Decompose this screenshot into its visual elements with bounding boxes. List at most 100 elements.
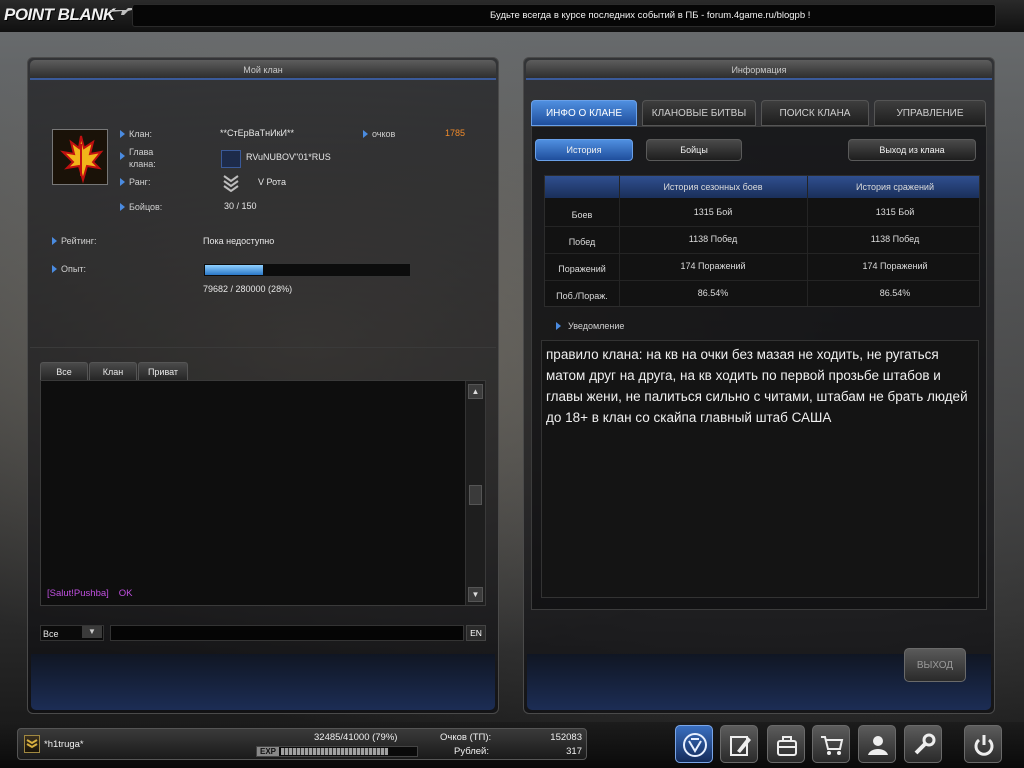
chat-channel-value: Все bbox=[43, 629, 59, 639]
community-button[interactable] bbox=[858, 725, 896, 763]
table-row-label: Боев bbox=[571, 210, 593, 220]
bullet-icon bbox=[120, 178, 125, 186]
my-clan-title: Мой клан bbox=[243, 65, 283, 75]
clan-points: 1785 bbox=[445, 128, 466, 138]
game-logo: POINT BLANK bbox=[4, 5, 115, 24]
shop-button[interactable] bbox=[812, 725, 850, 763]
clan-icon bbox=[683, 733, 707, 757]
scroll-up-icon[interactable]: ▲ bbox=[468, 384, 483, 399]
scroll-thumb[interactable] bbox=[469, 485, 482, 505]
tp-points-value: 152083 bbox=[550, 732, 582, 743]
community-icon bbox=[868, 736, 888, 755]
power-icon bbox=[974, 735, 994, 756]
rating-value: Пока недоступно bbox=[203, 236, 275, 246]
shop-icon bbox=[821, 736, 844, 755]
clan-emblem bbox=[52, 129, 108, 185]
row-divider bbox=[545, 253, 979, 254]
chat-log: ▲ ▼ [Salut!Pushba] OK bbox=[40, 380, 486, 606]
tab-clan-battles[interactable]: КЛАНОВЫЕ БИТВЫ bbox=[642, 100, 756, 126]
bullet-icon bbox=[52, 265, 57, 273]
members-value: 30 / 150 bbox=[224, 201, 257, 211]
inventory-button[interactable] bbox=[767, 725, 805, 763]
chevron-rank-icon bbox=[223, 175, 239, 192]
table-cell: 1138 Побед bbox=[688, 234, 738, 244]
user-info-box: *h1truga* 32485/41000 (79%) EXP Очков (Т… bbox=[17, 728, 587, 760]
bullet-icon bbox=[120, 130, 125, 138]
info-title: Информация bbox=[731, 65, 787, 75]
tab-clan-info[interactable]: ИНФО О КЛАНЕ bbox=[531, 100, 637, 126]
tab-management[interactable]: УПРАВЛЕНИЕ bbox=[874, 100, 986, 126]
leave-clan-button[interactable]: Выход из клана bbox=[848, 139, 976, 161]
chat-tab-private[interactable]: Приват bbox=[138, 362, 188, 380]
news-ticker: Будьте всегда в курсе последних событий … bbox=[132, 4, 996, 27]
bullet-icon bbox=[52, 237, 57, 245]
table-cell: 174 Поражений bbox=[680, 261, 746, 271]
exp-tag: EXP bbox=[257, 747, 279, 756]
table-cell: 86.54% bbox=[697, 288, 729, 298]
exp-label: Опыт: bbox=[61, 264, 86, 274]
table-cell: 1315 Бой bbox=[875, 207, 915, 217]
column-divider bbox=[807, 176, 808, 306]
rating-label: Рейтинг: bbox=[61, 236, 97, 246]
chat-message-sender[interactable]: [Salut!Pushba] bbox=[47, 588, 109, 599]
table-row-label: Поражений bbox=[558, 264, 606, 274]
leader-name[interactable]: RVuNUBOV"01*RUS bbox=[246, 152, 331, 162]
power-button[interactable] bbox=[964, 725, 1002, 763]
clan-name: **СтЕрВаТнИкИ** bbox=[220, 128, 294, 138]
edit-icon bbox=[730, 736, 751, 756]
bullet-icon bbox=[120, 203, 125, 211]
leader-label: Глава клана: bbox=[129, 147, 156, 169]
bullet-icon bbox=[363, 130, 368, 138]
clan-exp-bar bbox=[203, 263, 411, 277]
rank-label: Ранг: bbox=[129, 177, 151, 187]
members-label: Бойцов: bbox=[129, 202, 163, 212]
my-clan-header: Мой клан bbox=[30, 60, 496, 80]
player-rank-icon bbox=[24, 735, 40, 753]
chat-scrollbar[interactable]: ▲ ▼ bbox=[465, 381, 485, 605]
leader-rank-icon bbox=[221, 150, 241, 168]
player-exp-bar: EXP bbox=[256, 746, 418, 757]
rifle-icon bbox=[110, 8, 132, 15]
chat-input-row: Все ▼ EN bbox=[40, 625, 486, 641]
column-divider bbox=[619, 176, 620, 306]
table-row-label: Поб./Пораж. bbox=[556, 291, 608, 301]
chevron-down-icon[interactable]: ▼ bbox=[82, 626, 102, 638]
rank-value: V Рота bbox=[258, 177, 286, 187]
language-indicator[interactable]: EN bbox=[466, 625, 486, 641]
tab-clan-search[interactable]: ПОИСК КЛАНА bbox=[761, 100, 869, 126]
history-button[interactable]: История bbox=[535, 139, 633, 161]
table-cell: 1315 Бой bbox=[693, 207, 733, 217]
wrench-icon bbox=[914, 733, 936, 755]
section-divider bbox=[30, 347, 496, 348]
tp-points-label: Очков (ТП): bbox=[440, 732, 492, 743]
notice-label: Уведомление bbox=[568, 321, 625, 331]
rubles-value: 317 bbox=[566, 746, 582, 757]
chat-input[interactable] bbox=[110, 625, 464, 641]
top-bar: POINT BLANK Будьте всегда в курсе послед… bbox=[0, 0, 1024, 32]
scroll-down-icon[interactable]: ▼ bbox=[468, 587, 483, 602]
table-row-label: Побед bbox=[568, 237, 596, 247]
exit-button[interactable]: ВЫХОД bbox=[904, 648, 966, 682]
table-cell: 174 Поражений bbox=[862, 261, 928, 271]
my-clan-footer bbox=[31, 654, 495, 710]
column-header-season: История сезонных боев bbox=[663, 182, 763, 192]
clan-button[interactable] bbox=[675, 725, 713, 763]
settings-button[interactable] bbox=[904, 725, 942, 763]
points-label: очков bbox=[372, 129, 396, 139]
fighters-button[interactable]: Бойцы bbox=[646, 139, 742, 161]
news-text: Будьте всегда в курсе последних событий … bbox=[490, 10, 811, 21]
table-cell: 1138 Побед bbox=[870, 234, 920, 244]
bullet-icon bbox=[120, 152, 125, 160]
table-cell: 86.54% bbox=[879, 288, 911, 298]
clan-label: Клан: bbox=[129, 129, 152, 139]
maple-leaf-icon bbox=[60, 135, 104, 184]
edit-button[interactable] bbox=[720, 725, 758, 763]
chat-tab-all[interactable]: Все bbox=[40, 362, 88, 380]
rubles-label: Рублей: bbox=[454, 746, 489, 757]
clan-exp-text: 79682 / 280000 (28%) bbox=[203, 284, 293, 294]
info-header: Информация bbox=[526, 60, 992, 80]
chat-tab-clan[interactable]: Клан bbox=[89, 362, 137, 380]
chat-message-text: OK bbox=[118, 588, 133, 599]
clan-stats-table: История сезонных боев История сражений Б… bbox=[544, 175, 980, 307]
player-nickname: *h1truga* bbox=[44, 739, 84, 750]
